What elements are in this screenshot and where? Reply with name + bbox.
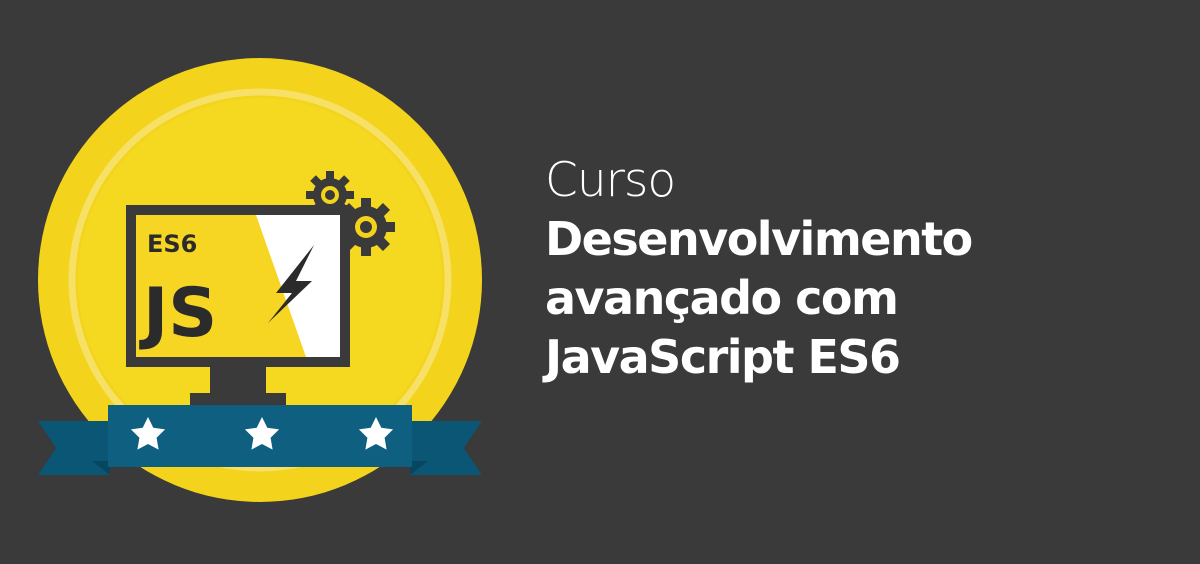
course-badge: ES6 JS	[30, 55, 500, 515]
course-kicker: Curso	[545, 153, 676, 208]
screen-logo-text: JS	[139, 274, 217, 353]
course-title-line-1: Desenvolvimento	[545, 212, 973, 266]
ribbon-tail-left	[38, 421, 110, 475]
badge-illustration: ES6 JS	[38, 58, 482, 502]
course-title-block: Curso Desenvolvimento avançado com JavaS…	[545, 152, 973, 387]
screen-tag-text: ES6	[147, 230, 197, 258]
ribbon-tail-right	[410, 421, 482, 475]
course-title-line-3: JavaScript ES6	[545, 330, 901, 384]
course-title-line-2: avançado com	[545, 271, 899, 325]
